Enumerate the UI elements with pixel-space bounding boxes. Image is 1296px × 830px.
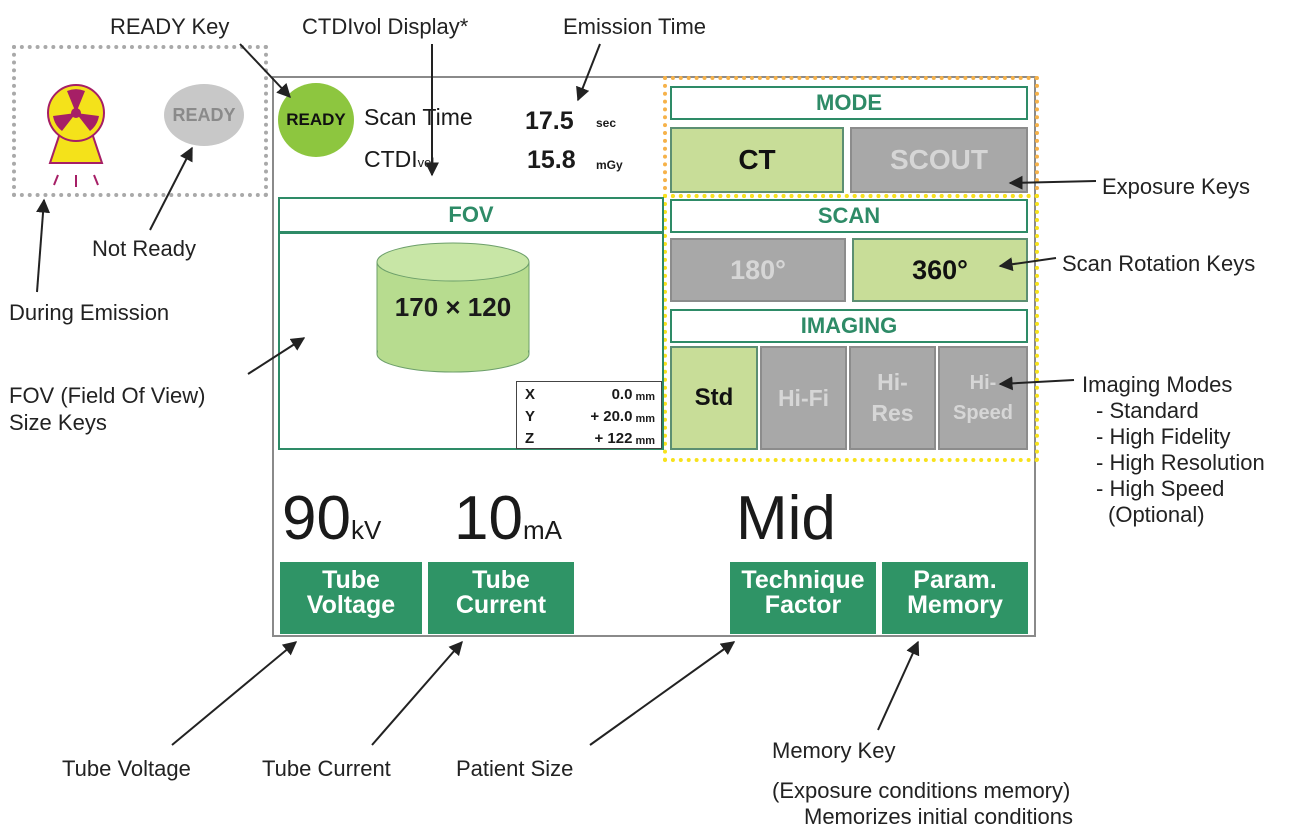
arrow-patient-size [589,641,736,746]
arrow-emission-time [576,43,601,102]
arrow-not-ready [149,146,193,231]
arrow-ready-key [239,43,291,99]
arrow-scan-rotation [998,257,1057,272]
leader-arrows [36,43,1097,746]
arrow-fov [247,337,306,375]
arrow-memory-key [877,640,920,731]
arrow-exposure-keys [1008,175,1097,190]
arrow-during-emission [36,198,51,293]
arrow-tube-voltage [171,641,298,746]
arrow-tube-current [371,640,463,746]
arrow-imaging-modes [998,376,1075,391]
